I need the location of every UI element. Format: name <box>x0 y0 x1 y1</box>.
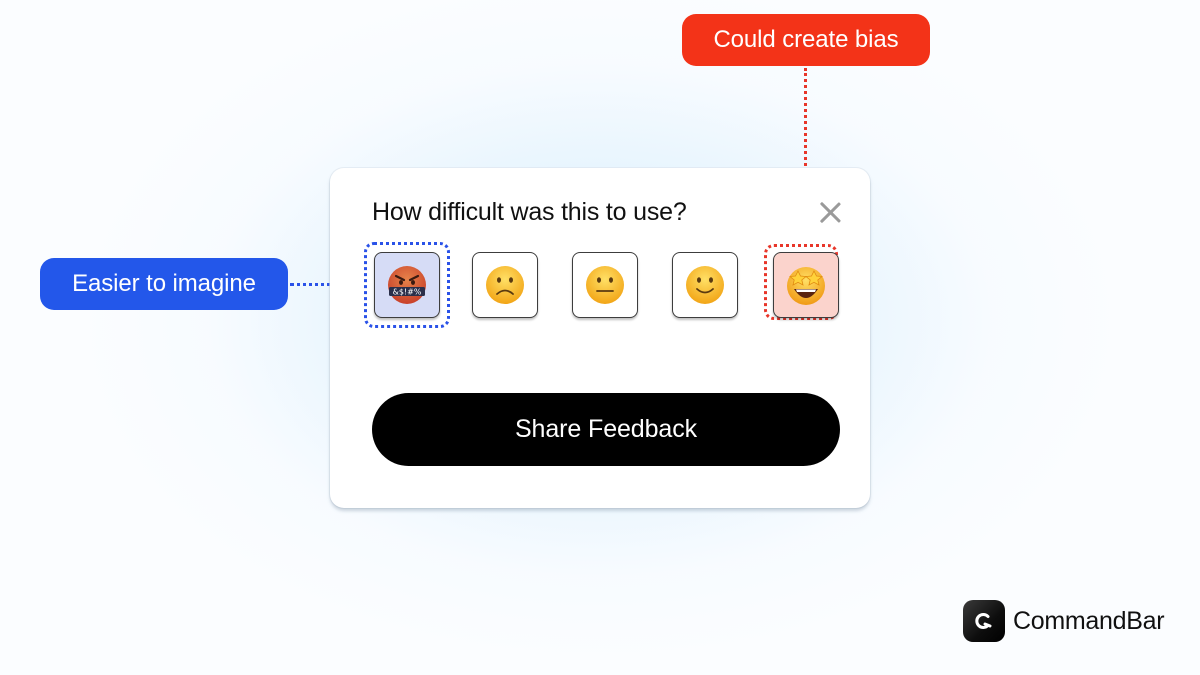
annotation-label: Could create bias <box>713 26 899 53</box>
commandbar-logo-icon <box>963 600 1005 642</box>
slightly-frowning-face-icon <box>486 266 524 304</box>
svg-text:&$!#%: &$!#% <box>393 288 422 297</box>
survey-question: How difficult was this to use? <box>372 198 687 226</box>
face-with-symbols-on-mouth-icon: &$!#% <box>388 266 426 304</box>
feedback-survey-card: How difficult was this to use? &$!#% Sha… <box>330 168 870 508</box>
rating-option-5[interactable] <box>773 252 839 318</box>
brand-name: CommandBar <box>1013 606 1165 635</box>
share-feedback-label: Share Feedback <box>514 415 698 443</box>
rating-option-1[interactable]: &$!#% <box>374 252 440 318</box>
rating-option-3[interactable] <box>572 252 638 318</box>
neutral-face-icon <box>586 266 624 304</box>
share-feedback-button[interactable]: Share Feedback <box>372 393 840 466</box>
commandbar-glyph-icon <box>975 613 992 629</box>
rating-option-4[interactable] <box>672 252 738 318</box>
close-icon[interactable] <box>818 200 842 224</box>
annotation-easier-to-imagine: Easier to imagine <box>40 258 288 310</box>
star-struck-icon <box>787 267 825 305</box>
annotation-could-create-bias: Could create bias <box>682 14 930 66</box>
emoji-rating-scale: &$!#% <box>364 242 840 328</box>
annotation-label: Easier to imagine <box>72 270 256 297</box>
rating-option-2[interactable] <box>472 252 538 318</box>
brand-logo-lockup: CommandBar <box>963 600 1165 642</box>
slightly-smiling-face-icon <box>686 266 724 304</box>
